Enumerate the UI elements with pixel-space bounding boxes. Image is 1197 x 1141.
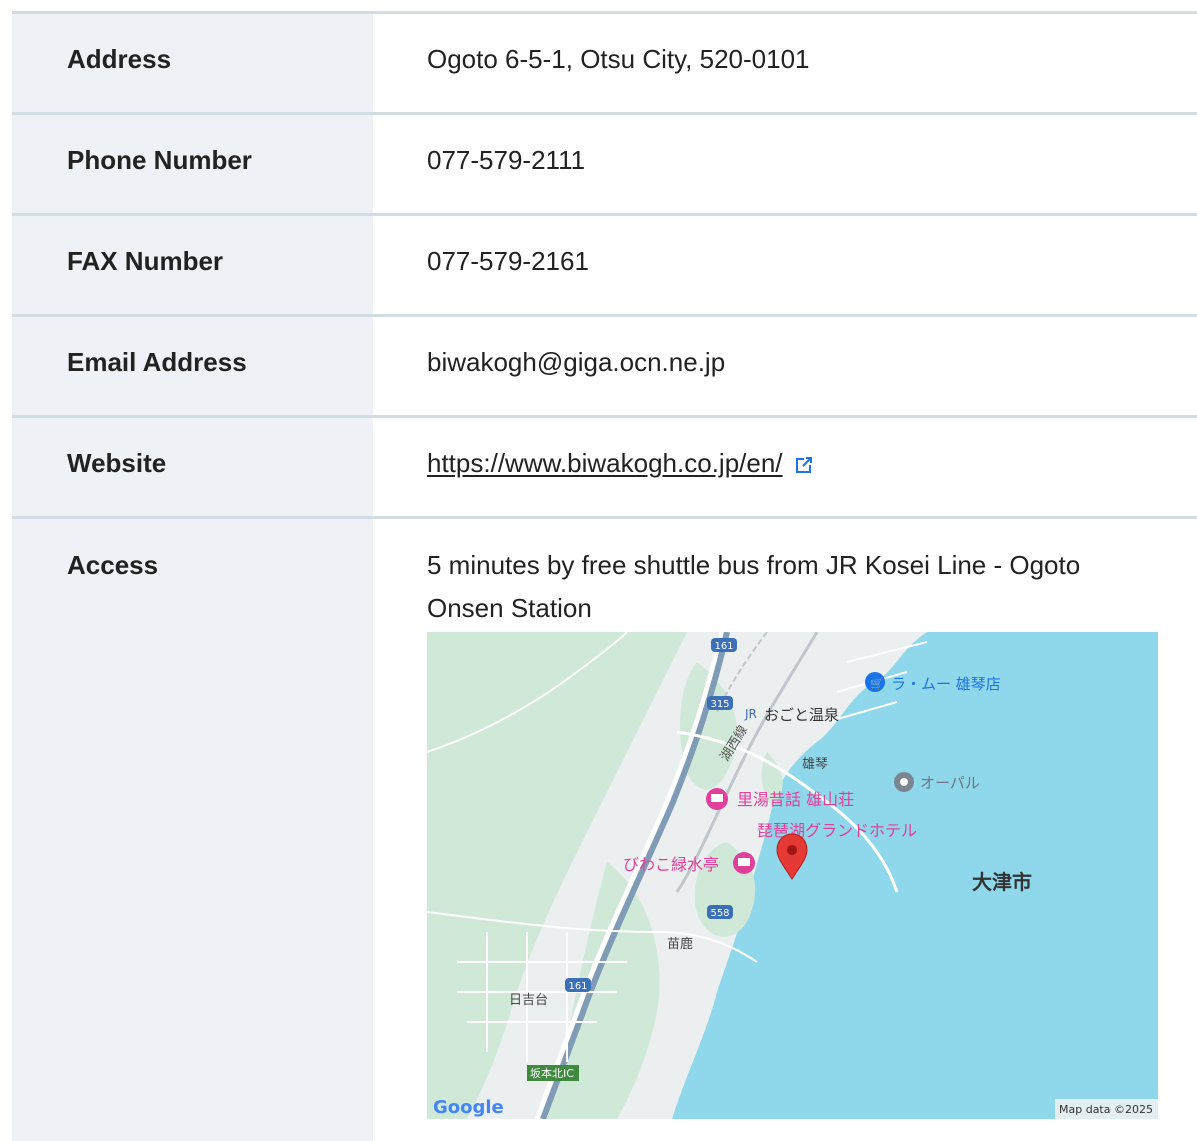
value-website: https://www.biwakogh.co.jp/en/ — [373, 418, 1197, 516]
google-logo: Google — [433, 1097, 504, 1118]
map-attribution[interactable]: Map data ©2025 — [1059, 1103, 1153, 1116]
row-website: Website https://www.biwakogh.co.jp/en/ — [12, 415, 1197, 516]
label-phone: Phone Number — [12, 115, 373, 213]
label-area-noka: 苗鹿 — [667, 936, 693, 952]
svg-text:558: 558 — [710, 908, 729, 919]
label-hotel2[interactable]: びわこ緑水亭 — [623, 855, 719, 874]
label-address: Address — [12, 14, 373, 112]
external-link-icon — [795, 457, 812, 473]
info-table: Address Ogoto 6-5-1, Otsu City, 520-0101… — [12, 11, 1197, 1141]
label-hotel1[interactable]: 里湯昔話 雄山荘 — [737, 790, 854, 809]
location-pin-icon[interactable] — [776, 833, 808, 880]
label-shop[interactable]: ラ・ムー 雄琴店 — [891, 675, 1001, 693]
label-city: 大津市 — [972, 870, 1032, 894]
value-fax: 077-579-2161 — [427, 246, 589, 276]
map[interactable]: 161 315 558 161 JR おごと温泉 湖西線 🛒 ラ・ムー 雄琴店 … — [427, 632, 1158, 1119]
row-phone: Phone Number 077-579-2111 — [12, 112, 1197, 213]
value-address: Ogoto 6-5-1, Otsu City, 520-0101 — [427, 44, 810, 74]
svg-text:161: 161 — [568, 981, 587, 992]
route-315-shield: 315 — [707, 696, 733, 710]
label-ic: 坂本北IC — [530, 1066, 574, 1080]
map-canvas[interactable]: 161 315 558 161 JR おごと温泉 湖西線 🛒 ラ・ムー 雄琴店 … — [427, 632, 1158, 1119]
label-hotel-target[interactable]: 琵琶湖グランドホテル — [757, 821, 917, 840]
svg-text:315: 315 — [710, 699, 729, 710]
row-email: Email Address biwakogh@giga.ocn.ne.jp — [12, 314, 1197, 415]
route-558-shield: 558 — [707, 905, 733, 919]
label-email: Email Address — [12, 317, 373, 415]
value-email: biwakogh@giga.ocn.ne.jp — [427, 347, 726, 377]
route-161-shield-bottom: 161 — [565, 978, 591, 992]
label-area-ogoto: 雄琴 — [802, 757, 828, 772]
label-opal[interactable]: オーパル — [920, 774, 980, 792]
website-link[interactable]: https://www.biwakogh.co.jp/en/ — [427, 448, 783, 478]
label-station: おごと温泉 — [764, 706, 839, 724]
label-access: Access — [12, 519, 373, 1141]
access-text: 5 minutes by free shuttle bus from JR Ko… — [427, 550, 1081, 623]
svg-text:161: 161 — [714, 641, 733, 652]
label-fax: FAX Number — [12, 216, 373, 314]
svg-text:🛒: 🛒 — [870, 677, 884, 690]
label-website: Website — [12, 418, 373, 516]
value-phone: 077-579-2111 — [427, 145, 586, 175]
row-fax: FAX Number 077-579-2161 — [12, 213, 1197, 314]
route-161-shield-top: 161 — [711, 638, 737, 652]
row-address: Address Ogoto 6-5-1, Otsu City, 520-0101 — [12, 11, 1197, 112]
station-icon: JR — [744, 707, 757, 721]
label-area-hiyoshidai: 日吉台 — [509, 993, 548, 1008]
